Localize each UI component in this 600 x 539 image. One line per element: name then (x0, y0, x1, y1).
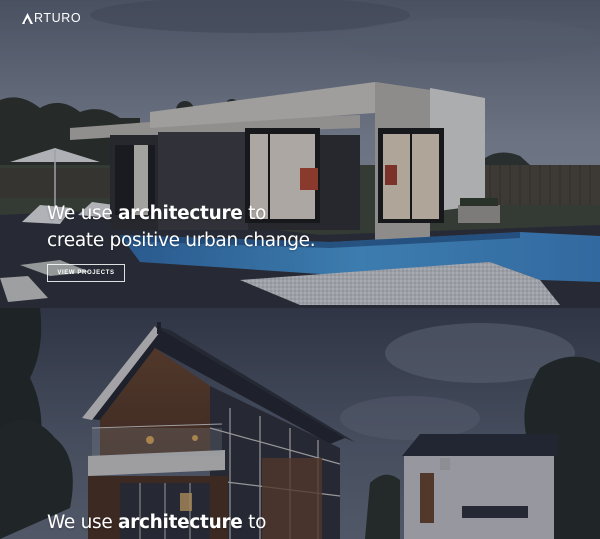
second-headline-text-pre: We use (47, 512, 118, 533)
view-projects-button[interactable]: VIEW PROJECTS (47, 264, 125, 282)
headline-text-post: to (242, 203, 267, 224)
brand-logo[interactable]: RTURO (22, 11, 81, 25)
second-headline-text-post: to (242, 512, 267, 533)
second-headline-text-strong: architecture (118, 512, 243, 533)
headline-text-strong: architecture (118, 203, 243, 224)
villa-pool-background-image (0, 0, 600, 308)
headline-text-pre: We use (47, 203, 118, 224)
second-hero-headline: We use architecture to (47, 509, 266, 536)
hero-section-house (0, 308, 600, 539)
timber-house-background-image (0, 308, 600, 539)
brand-name: RTURO (34, 11, 82, 25)
triangle-logo-icon (22, 12, 33, 24)
hero-section-villa: RTURO (0, 0, 600, 308)
headline-line-2: create positive urban change. (47, 230, 316, 251)
hero-headline: We use architecture to create positive u… (47, 200, 316, 254)
